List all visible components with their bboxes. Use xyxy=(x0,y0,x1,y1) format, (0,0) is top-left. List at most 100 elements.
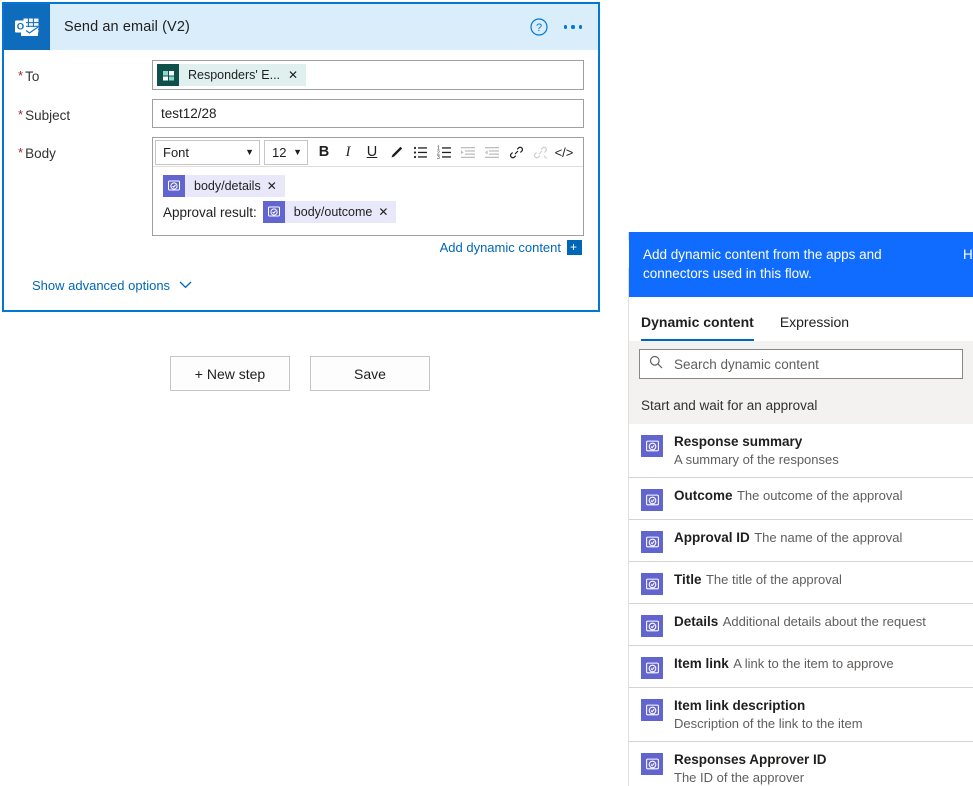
body-row: * Body Font ▼ 12 ▼ B I U 1 2 3 </> body/… xyxy=(18,137,584,255)
list-item[interactable]: Outcome The outcome of the approval xyxy=(629,478,973,520)
code-view-button[interactable]: </> xyxy=(552,140,576,165)
bold-button[interactable]: B xyxy=(312,140,336,165)
list-item-name: Details xyxy=(674,614,719,629)
body-details-token[interactable]: body/details ✕ xyxy=(163,175,285,197)
required-asterisk: * xyxy=(18,145,24,160)
show-advanced-options-toggle[interactable]: Show advanced options xyxy=(18,264,584,293)
list-item-name: Outcome xyxy=(674,488,733,503)
indent-increase-icon[interactable] xyxy=(456,140,480,165)
to-token-label: Responders' E... xyxy=(188,68,281,82)
tab-dynamic-content[interactable]: Dynamic content xyxy=(641,314,754,341)
font-family-dropdown[interactable]: Font ▼ xyxy=(155,139,260,165)
forms-icon xyxy=(157,64,179,86)
font-size-value: 12 xyxy=(272,144,287,160)
list-item-desc: The name of the approval xyxy=(754,530,903,545)
underline-button[interactable]: U xyxy=(360,140,384,165)
subject-input[interactable]: test12/28 xyxy=(152,99,584,128)
ellipsis-dot xyxy=(571,25,575,29)
body-details-token-label: body/details xyxy=(194,179,261,193)
list-item-desc: The ID of the approver xyxy=(674,770,805,785)
list-item-desc: The title of the approval xyxy=(705,572,842,587)
body-outcome-token[interactable]: body/outcome ✕ xyxy=(262,201,397,223)
approvals-icon xyxy=(641,615,663,637)
body-editor-area[interactable]: body/details ✕ Approval result: body/out… xyxy=(153,167,583,235)
list-item[interactable]: Approval ID The name of the approval xyxy=(629,520,973,562)
tab-expression[interactable]: Expression xyxy=(780,314,849,341)
body-outcome-token-label: body/outcome xyxy=(293,205,373,219)
search-input[interactable] xyxy=(672,355,953,373)
body-details-token-remove-icon[interactable]: ✕ xyxy=(267,180,285,192)
dynamic-content-panel: Add dynamic content from the apps and co… xyxy=(628,232,973,786)
list-item[interactable]: Details Additional details about the req… xyxy=(629,604,973,646)
list-item[interactable]: Responses Approver ID The ID of the appr… xyxy=(629,742,973,786)
add-dynamic-content-plus-button[interactable]: + xyxy=(567,240,582,255)
approvals-icon xyxy=(641,573,663,595)
to-row: * To Responders' E... ✕ xyxy=(18,60,584,90)
show-advanced-options-label: Show advanced options xyxy=(32,278,171,293)
card-title: Send an email (V2) xyxy=(64,19,190,35)
approvals-icon xyxy=(163,175,185,197)
help-circle-icon[interactable]: ? xyxy=(529,18,548,36)
approvals-icon xyxy=(641,657,663,679)
indent-decrease-icon[interactable] xyxy=(480,140,504,165)
approvals-icon xyxy=(641,753,663,775)
list-item-name: Item link description xyxy=(674,698,806,713)
ellipsis-dot xyxy=(578,25,582,29)
list-item-name: Title xyxy=(674,572,702,587)
subject-label-text: Subject xyxy=(25,108,71,123)
to-token-remove-icon[interactable]: ✕ xyxy=(288,69,306,81)
body-label: * Body xyxy=(18,137,152,161)
list-item[interactable]: Title The title of the approval xyxy=(629,562,973,604)
new-step-button[interactable]: + New step xyxy=(170,356,290,391)
italic-button[interactable]: I xyxy=(336,140,360,165)
subject-row: * Subject test12/28 xyxy=(18,99,584,128)
add-dynamic-content-row: Add dynamic content + xyxy=(152,236,584,255)
to-field: Responders' E... ✕ xyxy=(152,60,584,90)
card-header-actions: ? xyxy=(529,18,599,36)
body-line-2: Approval result: body/outcome ✕ xyxy=(163,201,573,223)
link-icon[interactable] xyxy=(504,140,528,165)
dynamic-content-banner: Add dynamic content from the apps and co… xyxy=(629,232,973,297)
body-field: Font ▼ 12 ▼ B I U 1 2 3 </> body/details… xyxy=(152,137,584,255)
to-token[interactable]: Responders' E... ✕ xyxy=(157,64,307,86)
chevron-down-icon: ▼ xyxy=(293,147,302,157)
unlink-icon[interactable] xyxy=(528,140,552,165)
search-box[interactable] xyxy=(639,349,963,379)
svg-text:?: ? xyxy=(535,22,541,34)
save-button[interactable]: Save xyxy=(310,356,430,391)
subject-label: * Subject xyxy=(18,99,152,123)
dynamic-content-search-wrap xyxy=(629,341,973,388)
bullet-list-icon[interactable] xyxy=(408,140,432,165)
approvals-icon xyxy=(641,699,663,721)
ellipsis-dot xyxy=(563,25,567,29)
font-size-dropdown[interactable]: 12 ▼ xyxy=(264,139,308,165)
dynamic-content-banner-text: Add dynamic content from the apps and co… xyxy=(643,247,882,281)
numbered-list-icon[interactable]: 1 2 3 xyxy=(432,140,456,165)
svg-text:O: O xyxy=(17,22,24,33)
card-form: * To Responders' E... ✕ * Subject test12… xyxy=(4,50,598,293)
add-dynamic-content-link[interactable]: Add dynamic content xyxy=(440,240,561,255)
panel-callout-arrow xyxy=(612,240,629,268)
to-input[interactable]: Responders' E... ✕ xyxy=(152,60,584,90)
list-item-desc: The outcome of the approval xyxy=(736,488,903,503)
list-item-desc: Description of the link to the item xyxy=(674,716,863,731)
to-label: * To xyxy=(18,60,152,84)
list-item[interactable]: Response summary A summary of the respon… xyxy=(629,424,973,478)
list-item[interactable]: Item link A link to the item to approve xyxy=(629,646,973,688)
body-label-text: Body xyxy=(25,146,56,161)
to-label-text: To xyxy=(25,69,40,84)
chevron-down-icon: ▼ xyxy=(245,147,254,157)
ellipsis-icon[interactable] xyxy=(563,25,582,29)
list-item[interactable]: Item link description Description of the… xyxy=(629,688,973,742)
rich-text-editor: Font ▼ 12 ▼ B I U 1 2 3 </> body/details… xyxy=(152,137,584,236)
card-header: O Send an email (V2) ? xyxy=(4,4,598,50)
hide-panel-link[interactable]: Hide xyxy=(963,245,973,264)
approvals-icon xyxy=(641,531,663,553)
list-item-name: Approval ID xyxy=(674,530,750,545)
approvals-icon xyxy=(641,489,663,511)
list-item-name: Item link xyxy=(674,656,729,671)
approvals-icon xyxy=(262,201,285,223)
body-outcome-token-remove-icon[interactable]: ✕ xyxy=(378,206,396,218)
pen-highlight-icon[interactable] xyxy=(384,140,408,165)
font-family-value: Font xyxy=(163,144,190,160)
